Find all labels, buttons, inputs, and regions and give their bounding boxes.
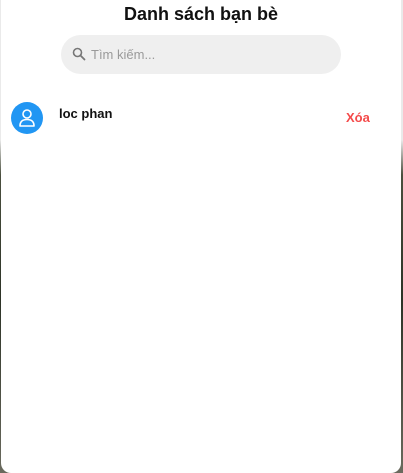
avatar[interactable] bbox=[11, 102, 43, 134]
delete-friend-button[interactable]: Xóa bbox=[346, 110, 370, 125]
list-item[interactable]: loc phan Xóa bbox=[1, 98, 401, 138]
search-box[interactable] bbox=[61, 35, 341, 74]
friend-name: loc phan bbox=[59, 106, 113, 121]
search-icon bbox=[72, 47, 86, 61]
dialog-title: Danh sách bạn bè bbox=[123, 4, 279, 24]
friends-list-dialog: Danh sách bạn bè loc phan Xóa bbox=[1, 0, 401, 473]
user-icon bbox=[19, 109, 35, 127]
search-input[interactable] bbox=[91, 35, 331, 74]
